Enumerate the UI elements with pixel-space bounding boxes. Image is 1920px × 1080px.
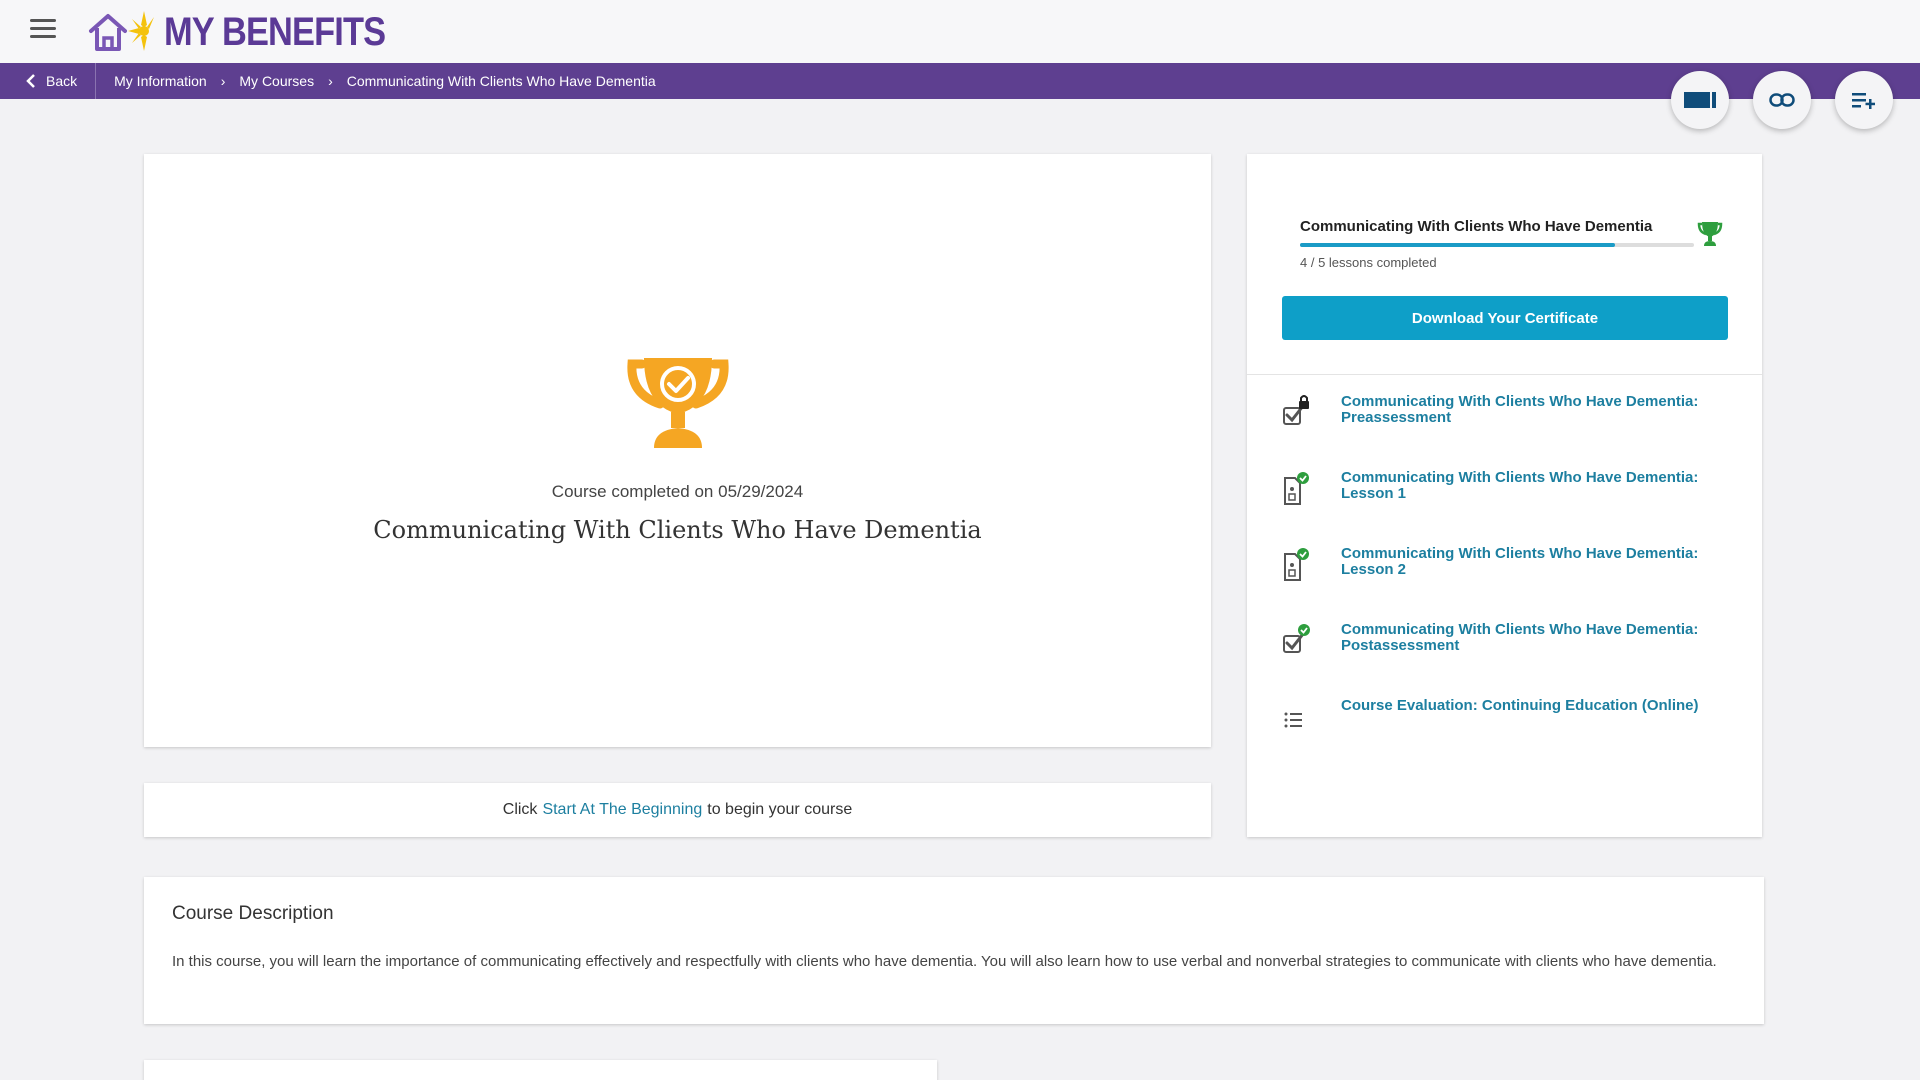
progress-bar [1300,243,1694,247]
lesson-item-lesson-1[interactable]: Communicating With Clients Who Have Deme… [1271,468,1741,508]
document-complete-icon [1271,468,1331,508]
lesson-item-preassessment[interactable]: Communicating With Clients Who Have Deme… [1271,392,1741,432]
lesson-label: Communicating With Clients Who Have Deme… [1341,545,1699,578]
divider [1247,374,1762,375]
lesson-label: Communicating With Clients Who Have Deme… [1341,469,1699,502]
list-icon [1271,696,1331,736]
trophy-check-icon [627,358,729,448]
back-label: Back [46,73,78,89]
description-body: In this course, you will learn the impor… [172,953,1717,970]
playlist-add-icon [1852,93,1875,109]
start-prefix: Click [502,801,538,818]
course-title: Communicating With Clients Who Have Deme… [373,516,982,544]
copy-link-button[interactable] [1753,71,1811,129]
start-suffix: to begin your course [707,801,853,818]
video-button[interactable] [1671,71,1729,129]
breadcrumb-current-course: Communicating With Clients Who Have Deme… [346,73,656,89]
logo-text: MY BENEFITS [164,9,386,54]
breadcrumb-my-courses[interactable]: My Courses [239,73,314,89]
back-button[interactable]: Back [0,63,97,99]
home-sun-icon [89,11,154,51]
checkbox-complete-icon [1271,620,1331,660]
lesson-label: Communicating With Clients Who Have Deme… [1341,393,1699,426]
description-title: Course Description [172,903,334,924]
bottom-card [144,1060,937,1080]
start-course-card: Click Start At The Beginning to begin yo… [144,783,1211,837]
checkbox-locked-icon [1271,392,1331,432]
lesson-label: Course Evaluation: Continuing Education … [1341,697,1699,714]
document-complete-icon [1271,544,1331,584]
side-course-title: Communicating With Clients Who Have Deme… [1300,218,1653,235]
course-description-card: Course Description In this course, you w… [144,877,1764,1024]
chevron-left-icon [26,74,35,88]
lesson-label: Communicating With Clients Who Have Deme… [1341,621,1699,654]
breadcrumb-bar: Back My Information › My Courses › Commu… [0,63,1920,99]
lesson-item-lesson-2[interactable]: Communicating With Clients Who Have Deme… [1271,544,1741,584]
logo[interactable]: MY BENEFITS [88,8,421,56]
top-bar: MY BENEFITS [0,0,1920,63]
breadcrumb: My Information › My Courses › Communicat… [96,73,656,89]
progress-bar-fill [1300,243,1616,247]
link-icon [1769,93,1795,107]
lesson-item-course-evaluation[interactable]: Course Evaluation: Continuing Education … [1271,696,1741,736]
add-to-playlist-button[interactable] [1835,71,1893,129]
lessons-count: 4 / 5 lessons completed [1300,255,1437,270]
chevron-right-icon: › [328,73,333,89]
start-at-beginning-link[interactable]: Start At The Beginning [542,801,702,819]
video-icon [1684,92,1716,108]
chevron-right-icon: › [220,73,226,89]
completion-date: Course completed on 05/29/2024 [551,482,804,501]
course-hero-card: Course completed on 05/29/2024 Communica… [144,154,1211,747]
breadcrumb-my-information[interactable]: My Information [114,73,207,89]
download-certificate-button[interactable]: Download Your Certificate [1282,296,1728,340]
course-progress-card: Communicating With Clients Who Have Deme… [1247,154,1762,837]
trophy-icon [1697,222,1723,246]
lesson-item-postassessment[interactable]: Communicating With Clients Who Have Deme… [1271,620,1741,660]
menu-icon[interactable] [30,19,56,39]
